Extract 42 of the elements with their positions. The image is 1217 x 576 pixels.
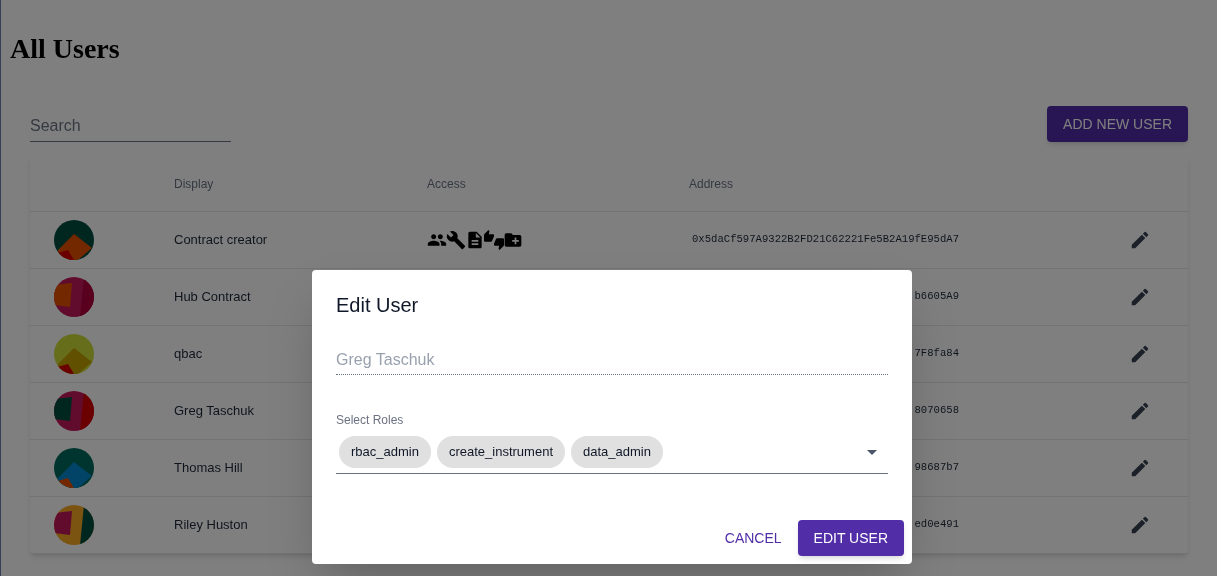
edit-icon[interactable] (1129, 514, 1151, 536)
edit-icon[interactable] (1129, 457, 1151, 479)
search-field[interactable]: Search (30, 111, 231, 142)
add-new-user-button[interactable]: ADD NEW USER (1047, 106, 1188, 142)
user-name: Hub Contract (174, 288, 251, 307)
avatar-icon (54, 277, 94, 317)
document-icon (465, 230, 485, 250)
address-text: ed0e491 (913, 517, 959, 533)
roles-select[interactable]: rbac_admin create_instrument data_admin (336, 431, 888, 474)
avatar-icon (54, 448, 94, 488)
cancel-button[interactable]: CANCEL (716, 520, 790, 556)
address-text: 0x5daCf597A9322B2FD21C62221Fe5B2A19fE95dA7 (691, 232, 959, 248)
edit-icon[interactable] (1129, 229, 1151, 251)
edit-icon[interactable] (1129, 286, 1151, 308)
edit-icon[interactable] (1129, 400, 1151, 422)
role-chip: rbac_admin (339, 436, 431, 468)
avatar-icon (54, 220, 94, 260)
address-text: 8070658 (913, 403, 959, 419)
user-name: Thomas Hill (174, 459, 243, 478)
edit-user-button[interactable]: EDIT USER (797, 520, 904, 556)
role-chip: data_admin (571, 436, 663, 468)
avatar-icon (54, 505, 94, 545)
thumbs-up-down-icon (484, 230, 504, 250)
dialog-title: Edit User (336, 293, 420, 317)
page-title: All Users (10, 32, 120, 66)
wrench-icon (446, 230, 466, 250)
column-header: Access (427, 175, 467, 193)
address-text: 7F8fa84 (913, 346, 959, 362)
user-name: Contract creator (174, 231, 268, 250)
user-name: qbac (174, 345, 203, 364)
avatar-icon (54, 334, 94, 374)
address-text: b6605A9 (913, 289, 959, 305)
address-text: 98687b7 (913, 460, 959, 476)
role-chip: create_instrument (436, 436, 565, 468)
edit-icon[interactable] (1129, 343, 1151, 365)
avatar-icon (54, 391, 94, 431)
folder-plus-icon (503, 230, 523, 250)
roles-label: Select Roles (336, 413, 405, 427)
user-name: Greg Taschuk (174, 402, 254, 421)
column-header: Display (174, 175, 215, 193)
user-name: Riley Huston (174, 516, 248, 535)
column-header: Address (689, 175, 735, 193)
